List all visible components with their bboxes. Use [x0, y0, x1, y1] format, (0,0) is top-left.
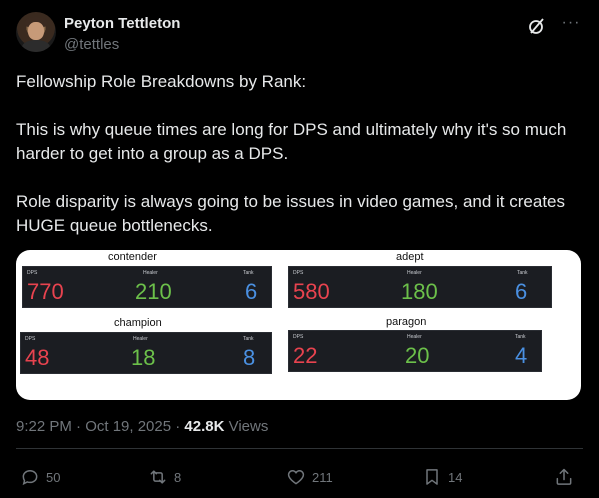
- bookmark-count: 14: [448, 469, 463, 485]
- share-button[interactable]: [554, 467, 580, 487]
- dps-value: 770: [27, 279, 64, 304]
- heart-icon: [287, 469, 305, 485]
- bookmark-icon: [426, 469, 438, 485]
- tank-label: Tank: [517, 270, 528, 276]
- tweet-text: Fellowship Role Breakdowns by Rank: This…: [16, 70, 586, 238]
- tweet-paragraph: Role disparity is always going to be iss…: [16, 192, 566, 235]
- repost-count: 8: [174, 469, 182, 485]
- tank-label: Tank: [243, 336, 254, 342]
- share-icon: [556, 468, 572, 485]
- tank-value: 4: [515, 343, 528, 368]
- tank-value: 8: [243, 345, 256, 370]
- divider: [16, 448, 583, 449]
- author-handle[interactable]: @tettles: [64, 36, 119, 53]
- healer-label: Healer: [133, 336, 148, 342]
- views-label: Views: [224, 418, 269, 435]
- repost-button[interactable]: 8: [148, 467, 181, 487]
- rank-panel: DPS Healer Tank 48 18 8: [20, 332, 272, 374]
- dps-value: 22: [293, 343, 318, 368]
- panel-title: paragon: [386, 316, 427, 328]
- tweet-meta: 9:22 PM · Oct 19, 2025 · 42.8K Views: [16, 418, 268, 435]
- panel-title: adept: [396, 251, 424, 263]
- bookmark-button[interactable]: 14: [422, 467, 462, 487]
- like-count: 211: [312, 469, 333, 485]
- views-count[interactable]: 42.8K: [184, 418, 224, 435]
- reply-count: 50: [46, 469, 61, 485]
- tweet-paragraph: This is why queue times are long for DPS…: [16, 120, 567, 163]
- tank-label: Tank: [515, 334, 526, 340]
- dps-label: DPS: [25, 336, 36, 342]
- rank-panel: DPS Healer Tank 580 180 6: [288, 266, 552, 308]
- dps-value: 48: [25, 345, 50, 370]
- dps-label: DPS: [293, 270, 304, 276]
- dps-label: DPS: [27, 270, 38, 276]
- tank-label: Tank: [243, 270, 254, 276]
- action-bar: 50 8 211 14: [16, 462, 583, 490]
- avatar[interactable]: [16, 12, 56, 52]
- like-button[interactable]: 211: [286, 467, 333, 487]
- panel-title: contender: [108, 251, 157, 263]
- healer-label: Healer: [143, 270, 158, 276]
- healer-label: Healer: [407, 334, 422, 340]
- healer-value: 180: [401, 279, 438, 304]
- tank-value: 6: [515, 279, 528, 304]
- repost-icon: [150, 470, 166, 484]
- tweet-timestamp[interactable]: 9:22 PM · Oct 19, 2025 ·: [16, 418, 184, 435]
- tweet-header: Peyton Tettleton @tettles ···: [16, 12, 583, 56]
- reply-icon: [22, 469, 38, 486]
- reply-button[interactable]: 50: [20, 467, 60, 487]
- tweet-paragraph: Fellowship Role Breakdowns by Rank:: [16, 72, 307, 91]
- dps-label: DPS: [293, 334, 304, 340]
- healer-value: 210: [135, 279, 172, 304]
- tweet-media-image[interactable]: contender DPS Healer Tank 770 210 6 adep…: [16, 250, 581, 400]
- author-name[interactable]: Peyton Tettleton: [64, 15, 180, 32]
- grok-icon[interactable]: [527, 16, 547, 36]
- tank-value: 6: [245, 279, 258, 304]
- dps-value: 580: [293, 279, 330, 304]
- panel-title: champion: [114, 317, 162, 329]
- rank-panel: DPS Healer Tank 770 210 6: [22, 266, 272, 308]
- more-icon[interactable]: ···: [561, 15, 581, 36]
- healer-value: 18: [131, 345, 156, 370]
- rank-panel: DPS Healer Tank 22 20 4: [288, 330, 542, 372]
- healer-label: Healer: [407, 270, 422, 276]
- healer-value: 20: [405, 343, 430, 368]
